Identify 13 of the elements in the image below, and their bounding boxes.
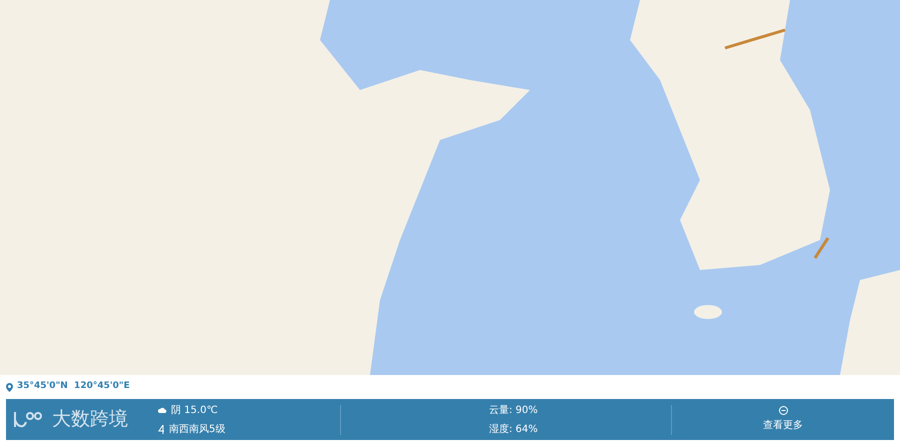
humidity-text: 湿度: 64% [489, 422, 539, 436]
more-icon [778, 406, 788, 415]
location-pin-icon [6, 382, 13, 392]
wind-text: 南西南风5级 [169, 422, 226, 436]
map-drawing[interactable] [0, 0, 900, 375]
cloud-icon [158, 407, 167, 413]
logo-icon [12, 410, 44, 430]
view-more-link[interactable]: 查看更多 [672, 406, 894, 433]
weather-condition: 阴 15.0℃ [171, 404, 218, 418]
cloud-cover-text: 云量: 90% [489, 404, 539, 418]
coordinates-text: 35°45'0"N 120°45'0"E [17, 380, 130, 394]
brand-name: 大数跨境 [52, 407, 128, 432]
wind-direction-icon [158, 424, 165, 434]
